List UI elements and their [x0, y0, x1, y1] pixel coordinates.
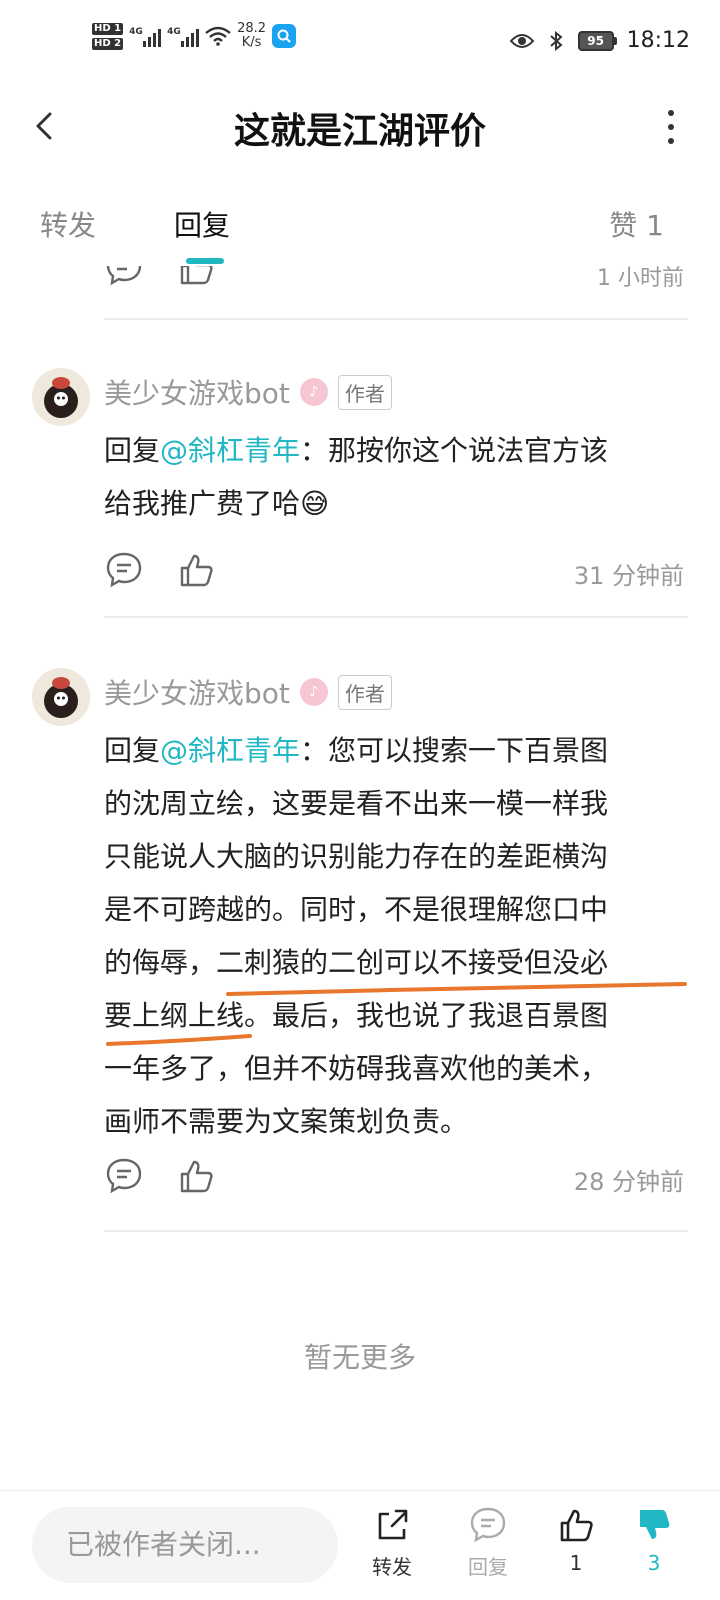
network-speed: 28.2 K/s	[237, 22, 266, 50]
comment-time: 1 小时前	[597, 266, 684, 291]
tab-repost[interactable]: 转发	[40, 204, 96, 244]
text-line: 是不可跨越的。同时，不是很理解您口中	[104, 893, 609, 926]
text-line: ：您可以搜索一下百景图	[300, 734, 609, 767]
comment-text: 回复@斜杠青年：您可以搜索一下百景图 的沈周立绘，这要是看不出来一模一样我 只能…	[104, 724, 684, 1148]
active-tab-indicator	[186, 258, 224, 264]
comment-text: 回复@斜杠青年：那按你这个说法官方该 给我推广费了哈😅	[104, 424, 684, 530]
like-icon[interactable]	[176, 266, 216, 288]
mention-link[interactable]: @斜杠青年	[160, 434, 300, 467]
thumbs-down-icon	[640, 1510, 670, 1539]
comment-time: 28 分钟前	[573, 1168, 684, 1196]
text-line: 给我推广费了哈😅	[104, 487, 330, 520]
repost-label: 转发	[372, 1555, 412, 1579]
dislike-count: 3	[647, 1551, 661, 1575]
annotation-underline	[106, 982, 687, 1046]
text-line: 画师不需要为文案策划负责。	[104, 1105, 469, 1138]
reply-prefix: 回复	[104, 434, 161, 467]
hd2-label: HD 2	[92, 37, 124, 50]
hd1-label: HD 1	[92, 22, 124, 35]
status-right: 95 18:12	[509, 28, 690, 53]
comment-time: 31 分钟前	[573, 562, 684, 590]
tab-reply[interactable]: 回复	[174, 204, 230, 244]
text-line: 只能说人大脑的识别能力存在的差距横沟	[104, 840, 609, 873]
speed-value: 28.2	[237, 21, 267, 36]
comment-actions: 31 分钟前	[104, 550, 684, 600]
like-button[interactable]: 1	[544, 1505, 608, 1575]
battery-level: 95	[577, 30, 614, 51]
user-badge-icon: ♪	[299, 678, 328, 706]
user-name[interactable]: 美少女游戏bot	[104, 372, 290, 412]
divider	[104, 616, 688, 618]
dislike-button[interactable]: 3	[622, 1505, 686, 1575]
text-line: ：那按你这个说法官方该	[300, 434, 609, 467]
more-options-icon[interactable]	[666, 110, 676, 144]
comment-icon[interactable]	[104, 266, 144, 288]
mention-link[interactable]: @斜杠青年	[160, 734, 300, 767]
reply-label: 回复	[468, 1555, 508, 1579]
partial-comment-actions: 1 小时前	[104, 266, 684, 294]
eye-icon	[509, 33, 534, 48]
tab-like[interactable]: 赞 1	[609, 204, 664, 244]
hd-indicator: HD 1 HD 2	[92, 22, 124, 50]
reply-button: 回复	[456, 1505, 520, 1580]
net1-label: 4G	[129, 27, 143, 37]
tab-bar: 转发 回复 赞 1	[0, 196, 720, 266]
battery-icon: 95	[577, 30, 617, 51]
repost-button[interactable]: 转发	[360, 1505, 424, 1580]
signal-2-icon: 4G	[167, 25, 200, 47]
reply-prefix: 回复	[104, 734, 161, 767]
status-left: HD 1 HD 2 4G 4G 28.2 K/s	[92, 22, 297, 50]
share-icon	[378, 1509, 408, 1540]
speed-unit: K/s	[241, 35, 262, 50]
status-bar: HD 1 HD 2 4G 4G 28.2 K/s 95 18:12	[0, 0, 720, 88]
search-app-icon	[272, 24, 297, 48]
page-title: 这就是江湖评价	[233, 111, 486, 152]
divider	[104, 318, 688, 320]
name-row: 美少女游戏bot ♪ 作者	[104, 672, 392, 712]
comment-input-disabled: 已被作者关闭...	[32, 1507, 338, 1583]
no-more-label: 暂无更多	[303, 1341, 416, 1374]
comment-icon	[470, 1507, 506, 1543]
divider	[104, 1230, 688, 1232]
bottom-bar: 已被作者关闭... 转发 回复 1 3	[0, 1490, 720, 1600]
comment-list[interactable]: 1 小时前 美少女游戏bot ♪ 作者 回复@斜杠青年：那按你这个说法官方该 给…	[0, 266, 720, 1490]
author-tag: 作者	[337, 374, 392, 410]
bluetooth-icon	[549, 30, 563, 51]
user-name[interactable]: 美少女游戏bot	[104, 672, 290, 712]
title-bar: 这就是江湖评价	[0, 88, 720, 168]
like-icon[interactable]	[176, 1156, 216, 1196]
like-count: 1	[569, 1551, 583, 1575]
comment-actions: 28 分钟前	[104, 1156, 684, 1206]
avatar[interactable]	[32, 668, 90, 726]
clock: 18:12	[626, 28, 690, 53]
like-icon[interactable]	[176, 550, 216, 590]
author-tag: 作者	[337, 674, 392, 710]
comment-icon[interactable]	[104, 550, 144, 590]
user-badge-icon: ♪	[299, 378, 328, 406]
net2-label: 4G	[167, 27, 181, 37]
avatar[interactable]	[32, 368, 90, 426]
text-line: 的沈周立绘，这要是看不出来一模一样我	[104, 787, 609, 820]
name-row: 美少女游戏bot ♪ 作者	[104, 372, 392, 412]
signal-1-icon: 4G	[129, 25, 162, 47]
thumbs-up-icon	[560, 1509, 593, 1542]
wifi-icon	[205, 26, 231, 46]
comment-icon[interactable]	[104, 1156, 144, 1196]
